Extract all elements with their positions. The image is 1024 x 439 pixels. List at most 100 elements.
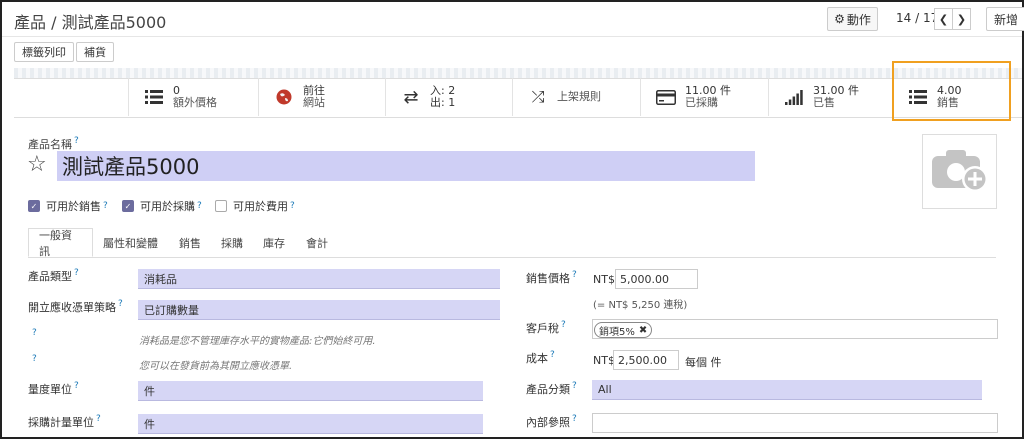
cost-currency: NT$: [593, 354, 615, 367]
gear-icon: ⚙: [834, 12, 845, 26]
tax-tag-label: 銷項5%: [599, 326, 635, 338]
help-icon[interactable]: ?: [96, 414, 101, 424]
sales-price-input[interactable]: 5,000.00: [615, 269, 698, 289]
tab-purchase[interactable]: 採購: [221, 228, 243, 257]
help-icon[interactable]: ?: [74, 268, 79, 278]
product-type-select[interactable]: 消耗品: [138, 269, 500, 289]
website-line2: 網站: [303, 96, 325, 109]
sold-label: 已售: [813, 96, 835, 109]
tab-bar: [28, 228, 996, 258]
tab-general[interactable]: 一般資訊: [28, 228, 93, 258]
breadcrumb: 產品 / 測試產品5000: [14, 9, 166, 33]
chevron-left-icon: ❮: [938, 12, 949, 26]
putaway-label: 上架規則: [557, 90, 601, 103]
product-type-hint: 消耗品是您不管理庫存水平的實物產品:它們始終可用.: [139, 336, 376, 347]
smart-button-purchased[interactable]: 11.00 件已採購: [640, 78, 768, 116]
customer-tax-input[interactable]: [592, 319, 998, 339]
can-be-sold-checkbox[interactable]: ✓ 可用於銷售?: [28, 198, 108, 214]
breadcrumb-current: 測試產品5000: [61, 13, 167, 32]
tab-accounting[interactable]: 會計: [306, 228, 328, 257]
help-icon[interactable]: ?: [103, 201, 108, 211]
tab-sales[interactable]: 銷售: [179, 228, 201, 257]
can-be-purchased-label: 可用於採購: [140, 200, 195, 213]
check-icon: ✓: [122, 200, 134, 212]
action-label: 動作: [846, 12, 871, 27]
camera-add-icon: [930, 146, 990, 197]
invoice-policy-label: 開立應收憑單策略?: [28, 299, 123, 314]
can-be-expensed-label: 可用於費用: [233, 200, 288, 213]
smart-button-sold[interactable]: 31.00 件已售: [768, 78, 892, 116]
credit-card-icon: [655, 87, 677, 107]
sales-price-label: 銷售價格?: [526, 270, 577, 285]
invoice-policy-select[interactable]: 已訂購數量: [138, 300, 500, 320]
product-name-input[interactable]: 測試產品5000: [57, 151, 755, 181]
pager-prev-button[interactable]: ❮: [934, 8, 953, 30]
check-icon: ✓: [28, 200, 40, 212]
replenish-button[interactable]: 補貨: [76, 42, 114, 62]
extra-prices-label: 額外價格: [173, 96, 217, 109]
cost-label: 成本?: [526, 350, 555, 365]
help-icon[interactable]: ?: [74, 381, 79, 391]
list-icon: [143, 87, 165, 107]
close-icon[interactable]: ✖: [639, 325, 647, 336]
status-stripe: [14, 68, 1022, 78]
tab-attributes[interactable]: 屬性和變體: [103, 228, 158, 257]
uom-select[interactable]: 件: [138, 381, 483, 401]
breadcrumb-root[interactable]: 產品: [14, 13, 46, 32]
cost-unit: 每個 件: [685, 356, 722, 369]
product-type-label: 產品類型?: [28, 268, 79, 283]
transfer-icon: ⇄: [403, 86, 419, 108]
star-icon[interactable]: ☆: [27, 152, 47, 177]
product-category-select[interactable]: All: [592, 380, 982, 400]
shuffle-icon: ⤮: [531, 87, 545, 106]
out-count: 出: 1: [430, 96, 456, 109]
invoice-policy-hint: 您可以在發貨前為其開立應收憑單.: [139, 361, 293, 372]
smart-button-extra-prices[interactable]: 0 額外價格: [128, 78, 258, 116]
help-icon[interactable]: ?: [572, 414, 577, 424]
breadcrumb-separator: /: [51, 13, 57, 32]
tax-tag: 銷項5% ✖: [594, 322, 653, 338]
tax-included-note: (= NT$ 5,250 連稅): [593, 300, 688, 311]
globe-icon: [273, 87, 295, 107]
sales-price-currency: NT$: [593, 273, 615, 286]
product-image-upload[interactable]: [922, 134, 997, 209]
purchased-label: 已採購: [685, 96, 718, 109]
product-category-label: 產品分類?: [526, 381, 577, 396]
help-icon[interactable]: ?: [550, 350, 555, 360]
smart-button-website[interactable]: 前往 網站: [258, 78, 385, 116]
internal-reference-input[interactable]: [592, 413, 998, 433]
pager-value: 14 / 17: [896, 11, 939, 25]
divider: [2, 36, 1022, 37]
customer-tax-label: 客戶稅?: [526, 320, 566, 335]
help-icon[interactable]: ?: [290, 201, 295, 211]
window-frame: [0, 0, 1024, 439]
smart-button-in-out[interactable]: ⇄ 入: 2 出: 1: [385, 78, 512, 116]
print-labels-button[interactable]: 標籤列印: [14, 42, 74, 62]
smart-button-putaway-rules[interactable]: ⤮ 上架規則: [512, 78, 640, 116]
chevron-right-icon: ❯: [956, 12, 967, 26]
help-icon[interactable]: ?: [572, 270, 577, 280]
can-be-purchased-checkbox[interactable]: ✓ 可用於採購?: [122, 198, 202, 214]
tab-inventory[interactable]: 庫存: [263, 228, 285, 257]
new-button[interactable]: 新增: [986, 7, 1024, 31]
checkbox-empty-icon: [215, 200, 227, 212]
purchase-uom-select[interactable]: 件: [138, 414, 483, 434]
signal-icon: [783, 87, 805, 107]
action-button[interactable]: ⚙ 動作: [827, 7, 878, 31]
cost-input[interactable]: 2,500.00: [613, 350, 679, 370]
help-icon[interactable]: ?: [118, 299, 123, 309]
can-be-sold-label: 可用於銷售: [46, 200, 101, 213]
help-icon[interactable]: ?: [561, 320, 566, 330]
pager-next-button[interactable]: ❯: [952, 8, 971, 30]
help-icon[interactable]: ?: [197, 201, 202, 211]
help-icon[interactable]: ?: [32, 328, 37, 338]
highlight-box: [892, 61, 1011, 121]
purchase-uom-label: 採購計量單位?: [28, 414, 101, 429]
can-be-expensed-checkbox[interactable]: 可用於費用?: [215, 198, 295, 214]
help-icon[interactable]: ?: [74, 136, 79, 146]
help-icon[interactable]: ?: [572, 381, 577, 391]
internal-reference-label: 內部參照?: [526, 414, 577, 429]
help-icon[interactable]: ?: [32, 354, 37, 364]
product-name-label: 產品名稱?: [28, 136, 79, 151]
uom-label: 量度單位?: [28, 381, 79, 396]
